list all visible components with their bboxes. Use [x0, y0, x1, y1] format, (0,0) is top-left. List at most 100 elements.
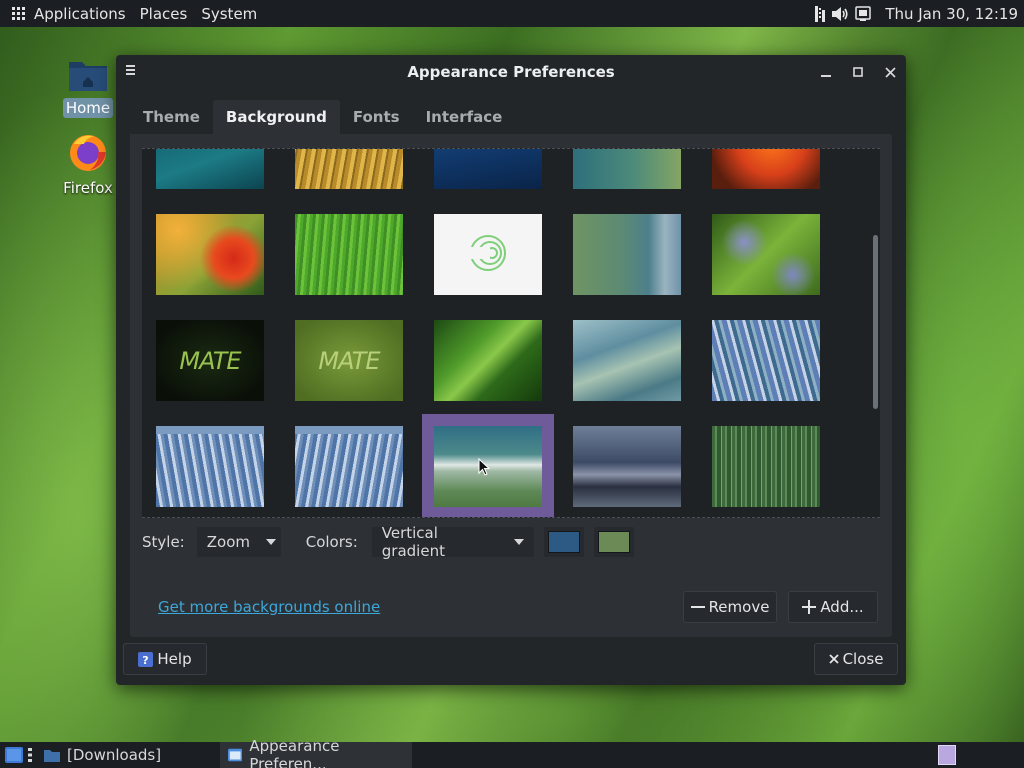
wallpaper-grid[interactable]: MATE MATE — [142, 148, 880, 518]
desktop-icon-firefox-label: Firefox — [63, 179, 113, 197]
chevron-down-icon — [265, 539, 276, 545]
minus-icon — [690, 606, 705, 608]
background-panel: MATE MATE Style: Zoom Colors: Vertical g… — [130, 134, 892, 637]
wallpaper-orange-flower-partial[interactable] — [712, 149, 820, 189]
wallpaper-blue-waves[interactable] — [573, 320, 681, 401]
mate-logo-text: MATE — [179, 346, 241, 375]
bottom-taskbar: [Downloads] Appearance Preferen... — [0, 737, 1024, 768]
svg-text:?: ? — [143, 654, 149, 667]
window-titlebar[interactable]: Appearance Preferences — [116, 55, 906, 89]
desktop-icon-home[interactable]: Home — [58, 56, 118, 118]
close-icon — [828, 654, 839, 664]
network-icon[interactable] — [815, 5, 826, 22]
minimize-button[interactable] — [810, 55, 842, 89]
colors-label: Colors: — [305, 533, 358, 551]
minimize-icon — [821, 75, 831, 77]
system-menu[interactable]: System — [194, 0, 264, 27]
workspace-switcher[interactable] — [938, 745, 956, 765]
taskbar-item-appearance[interactable]: Appearance Preferen... — [220, 737, 412, 768]
style-dropdown[interactable]: Zoom — [196, 527, 281, 557]
clock[interactable]: Thu Jan 30, 12:19 — [885, 5, 1018, 23]
wallpaper-white-spiral-logo[interactable] — [434, 214, 542, 295]
remove-button[interactable]: Remove — [683, 591, 777, 623]
tab-background[interactable]: Background — [212, 100, 340, 134]
mouse-cursor-icon — [478, 458, 490, 476]
apps-grid-icon — [12, 6, 26, 21]
wallpaper-green-leaf-drops[interactable] — [434, 320, 542, 401]
top-panel: Applications Places System Thu Jan 30, 1… — [0, 0, 1024, 27]
maximize-icon — [853, 67, 863, 77]
help-icon: ? — [138, 651, 154, 667]
background-controls: Style: Zoom Colors: Vertical gradient — [142, 524, 634, 560]
close-button-label: Close — [842, 650, 884, 668]
window-title: Appearance Preferences — [407, 63, 615, 81]
colors-dropdown-value: Vertical gradient — [381, 524, 445, 560]
places-menu-label: Places — [139, 4, 188, 23]
help-button-label: Help — [157, 650, 192, 668]
tab-bar: Theme Background Fonts Interface — [130, 100, 515, 134]
tab-interface[interactable]: Interface — [413, 100, 516, 134]
wallpaper-cloud-gradient[interactable] — [422, 414, 554, 517]
get-more-backgrounds-link[interactable]: Get more backgrounds online — [158, 598, 380, 616]
desktop-icon-home-label: Home — [62, 98, 114, 118]
tab-fonts[interactable]: Fonts — [340, 100, 413, 134]
wallpaper-green-stripes[interactable] — [712, 426, 820, 507]
show-desktop-button[interactable] — [0, 742, 28, 768]
applications-menu-label: Applications — [34, 4, 126, 23]
show-desktop-icon — [5, 747, 23, 763]
taskbar-item-appearance-label: Appearance Preferen... — [249, 737, 340, 768]
window-list-handle[interactable] — [28, 742, 36, 768]
wallpaper-mate-dark[interactable]: MATE — [156, 320, 264, 401]
remove-button-label: Remove — [708, 598, 770, 616]
desktop-icon-firefox[interactable]: Firefox — [58, 130, 118, 198]
wallpaper-abstract-reflection-2[interactable] — [295, 426, 403, 507]
system-tray: Thu Jan 30, 12:19 — [815, 0, 1024, 27]
taskbar-item-downloads[interactable]: [Downloads] — [36, 742, 220, 768]
wallpaper-ladybug-flowers[interactable] — [712, 214, 820, 295]
dialog-button-bar: ? Help Close — [116, 637, 906, 685]
wallpaper-green-blue-curves[interactable] — [573, 214, 681, 295]
volume-icon[interactable] — [831, 6, 849, 22]
style-dropdown-value: Zoom — [206, 533, 250, 551]
window-menu-icon[interactable] — [126, 65, 135, 77]
primary-color-button[interactable] — [543, 527, 584, 557]
close-button[interactable]: Close — [814, 643, 898, 675]
primary-color-swatch — [547, 531, 580, 553]
help-button[interactable]: ? Help — [123, 643, 207, 675]
appearance-app-icon — [228, 748, 243, 762]
chevron-down-icon — [513, 539, 524, 545]
wallpaper-stormy-sea[interactable] — [573, 426, 681, 507]
wallpaper-mate-green[interactable]: MATE — [295, 320, 403, 401]
wallpaper-blue-abstract[interactable] — [712, 320, 820, 401]
system-menu-label: System — [201, 4, 258, 23]
mate-logo-text: MATE — [318, 346, 380, 375]
close-icon — [884, 66, 896, 78]
spiral-logo-icon — [470, 235, 506, 271]
folder-home-icon — [69, 62, 107, 91]
add-button-label: Add... — [820, 598, 864, 616]
secondary-color-swatch — [597, 531, 630, 553]
wallpaper-blue-green-partial[interactable] — [573, 149, 681, 189]
wallpaper-teal-partial[interactable] — [156, 149, 264, 189]
places-menu[interactable]: Places — [133, 0, 195, 27]
wallpaper-red-flower[interactable] — [156, 214, 264, 295]
wallpaper-grid-scrollbar[interactable] — [873, 235, 878, 409]
wallpaper-abstract-reflection-1[interactable] — [156, 426, 264, 507]
secondary-color-button[interactable] — [593, 527, 634, 557]
appearance-preferences-window: Appearance Preferences Theme Background … — [116, 55, 906, 685]
wallpaper-blue-water-partial[interactable] — [434, 149, 542, 189]
folder-icon — [44, 750, 60, 762]
maximize-button[interactable] — [842, 55, 874, 89]
screenshot-icon[interactable] — [855, 5, 872, 22]
style-label: Style: — [142, 533, 185, 551]
plus-icon — [802, 600, 817, 614]
close-window-button[interactable] — [874, 55, 906, 89]
add-button[interactable]: Add... — [788, 591, 878, 623]
firefox-icon — [70, 135, 106, 171]
taskbar-item-downloads-label: [Downloads] — [67, 746, 162, 764]
colors-dropdown[interactable]: Vertical gradient — [371, 524, 534, 560]
tab-theme[interactable]: Theme — [130, 100, 213, 134]
wallpaper-wheat-partial[interactable] — [295, 149, 403, 189]
applications-menu[interactable]: Applications — [0, 0, 133, 27]
wallpaper-green-grass[interactable] — [295, 214, 403, 295]
